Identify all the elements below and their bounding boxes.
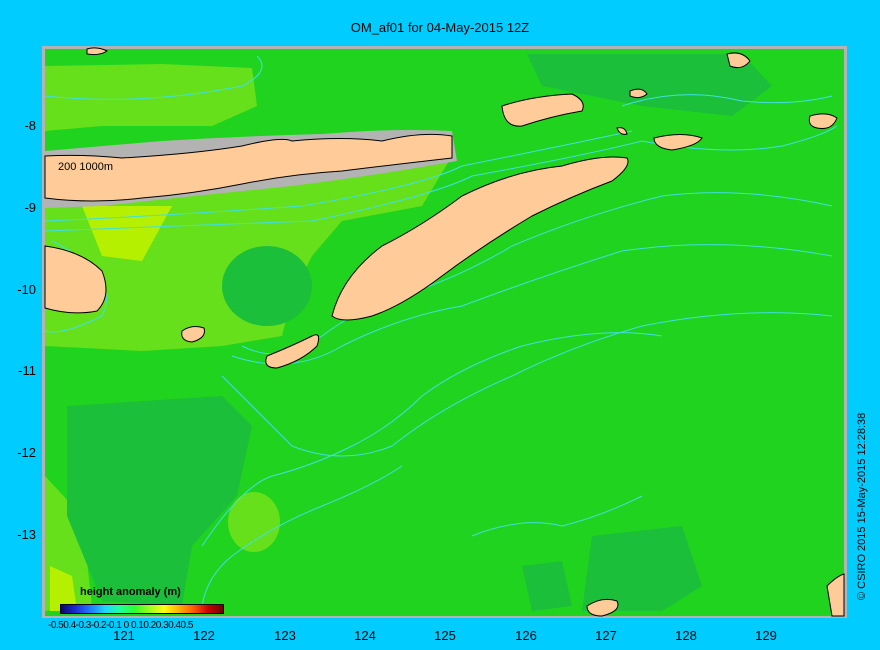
map-area (42, 46, 847, 618)
dark-patch-central (222, 246, 312, 326)
y-tick-label: -12 (17, 445, 36, 460)
map-canvas (44, 47, 845, 617)
y-tick-label: -10 (17, 282, 36, 297)
y-tick-label: -11 (18, 363, 36, 378)
legend-tick-labels: -0.50.4-0.3-0.2-0.1 0 0.10.20.30.40.5 (48, 620, 193, 631)
x-tick-label: 126 (515, 628, 537, 643)
map-title: OM_af01 for 04-May-2015 12Z (350, 20, 530, 35)
legend-title: height anomaly (m) (80, 586, 181, 598)
y-tick-label: -8 (24, 118, 36, 133)
x-tick-label: 124 (354, 628, 376, 643)
credit-timestamp: © CSIRO 2015 15-May-2015 12:28:38 (856, 412, 868, 600)
x-tick-label: 123 (274, 628, 296, 643)
contour-depth-label: 200 1000m (58, 161, 114, 173)
y-tick-label: -13 (17, 527, 36, 542)
legend-color-bar (60, 604, 224, 614)
y-tick-label: -9 (24, 200, 36, 215)
anomaly-spot-south (228, 492, 280, 552)
x-tick-label: 128 (675, 628, 697, 643)
x-tick-label: 127 (595, 628, 617, 643)
x-tick-label: 125 (434, 628, 456, 643)
x-tick-label: 129 (755, 628, 777, 643)
